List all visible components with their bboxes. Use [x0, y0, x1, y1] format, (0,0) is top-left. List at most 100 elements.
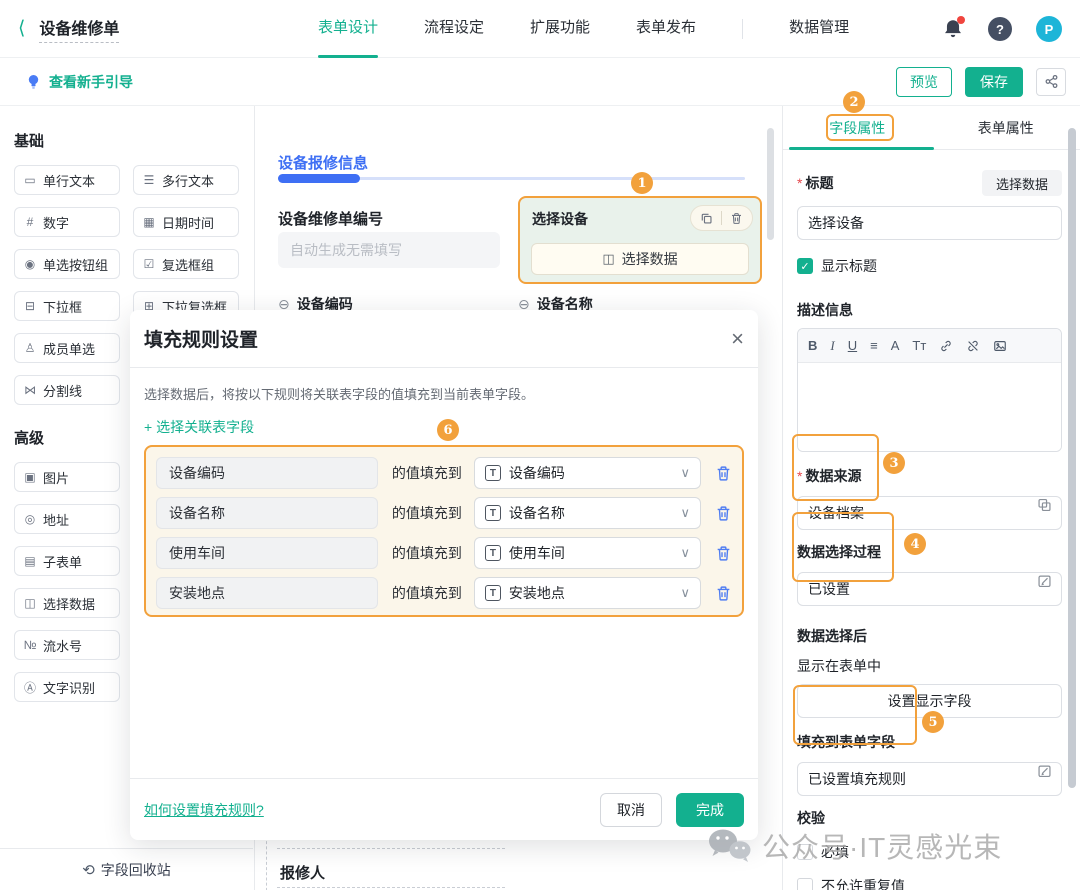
section-progress-bar — [278, 174, 360, 183]
field-type-datetime[interactable]: ▦日期时间 — [133, 207, 239, 237]
underline-icon[interactable]: U — [848, 338, 857, 353]
field-type-checkbox-group[interactable]: ☑复选框组 — [133, 249, 239, 279]
delete-rule-icon[interactable] — [715, 465, 732, 482]
edit-fill-rules-icon[interactable] — [1037, 764, 1052, 779]
field-type-divider[interactable]: ⋈分割线 — [14, 375, 120, 405]
field-type-address[interactable]: ◎地址 — [14, 504, 120, 534]
unlink-icon[interactable] — [966, 339, 980, 353]
font-color-icon[interactable]: A — [891, 338, 900, 353]
italic-icon[interactable]: I — [830, 338, 834, 354]
share-icon — [1044, 74, 1059, 89]
show-title-checkbox[interactable]: ✓ — [797, 258, 813, 274]
no-duplicate-row[interactable]: 不允许重复值 — [797, 876, 1062, 890]
field-type-image[interactable]: ▣图片 — [14, 462, 120, 492]
field-type-multi-line-text[interactable]: ☰多行文本 — [133, 165, 239, 195]
rule-target-dropdown[interactable]: T 使用车间 ∨ — [474, 537, 701, 569]
close-icon[interactable]: × — [731, 328, 744, 350]
field-type-radio-group[interactable]: ◉单选按钮组 — [14, 249, 120, 279]
reporter-field-label[interactable]: 报修人 — [280, 862, 325, 883]
back-icon[interactable]: ⟨ — [18, 17, 25, 40]
delete-rule-icon[interactable] — [715, 505, 732, 522]
align-icon[interactable]: ≡ — [870, 338, 878, 353]
tab-process[interactable]: 流程设定 — [424, 0, 484, 58]
switch-datasource-icon[interactable] — [1037, 498, 1052, 513]
rule-target-dropdown[interactable]: T 设备编码 ∨ — [474, 457, 701, 489]
delete-field-icon[interactable] — [730, 212, 743, 225]
fill-rules-modal: 填充规则设置 × 选择数据后，将按以下规则将关联表字段的值填充到当前表单字段。 … — [130, 310, 758, 840]
insert-image-icon[interactable] — [993, 339, 1007, 353]
modal-title: 填充规则设置 — [144, 325, 258, 352]
panel-scrollbar[interactable] — [1068, 128, 1076, 788]
link-icon[interactable] — [939, 339, 953, 353]
description-editor[interactable]: B I U ≡ A Tт — [797, 328, 1062, 452]
datasource-input[interactable] — [797, 496, 1062, 530]
field-type-data-picker[interactable]: ◫选择数据 — [14, 588, 120, 618]
show-in-form-label: 显示在表单中 — [797, 656, 1062, 676]
tab-data-manage[interactable]: 数据管理 — [789, 0, 849, 58]
preview-button[interactable]: 预览 — [896, 67, 952, 97]
field-type-member-select[interactable]: ♙成员单选 — [14, 333, 120, 363]
edit-process-icon[interactable] — [1037, 574, 1052, 589]
selection-process-input[interactable] — [797, 572, 1062, 606]
form-title[interactable]: 设备维修单 — [39, 15, 119, 43]
field-recycle-bin[interactable]: ⟲ 字段回收站 — [0, 848, 253, 890]
field-type-ocr[interactable]: Ⓐ文字识别 — [14, 672, 120, 702]
pick-data-button[interactable]: ◫ 选择数据 — [531, 243, 749, 275]
copy-icon[interactable] — [700, 212, 713, 225]
serial-field-label[interactable]: 设备维修单编号 — [278, 208, 383, 229]
rule-source-field[interactable]: 安装地点 — [156, 577, 378, 609]
show-title-row[interactable]: ✓ 显示标题 — [797, 256, 1062, 276]
fill-rules-input[interactable] — [797, 762, 1062, 796]
selected-field-card[interactable]: 选择设备 ◫ 选择数据 — [518, 196, 762, 284]
title-type-chip[interactable]: 选择数据 — [982, 170, 1062, 196]
tab-extensions[interactable]: 扩展功能 — [530, 0, 590, 58]
rule-source-field[interactable]: 设备编码 — [156, 457, 378, 489]
field-type-dropdown[interactable]: ⊟下拉框 — [14, 291, 120, 321]
canvas-scrollbar[interactable] — [767, 128, 774, 240]
no-duplicate-checkbox[interactable] — [797, 878, 813, 890]
fill-rule-row: 安装地点 的值填充到 T 安装地点 ∨ — [156, 577, 732, 609]
share-button[interactable] — [1036, 68, 1066, 96]
nav-tabs: 表单设计 流程设定 扩展功能 表单发布 数据管理 — [318, 0, 849, 58]
serial-field-input[interactable]: 自动生成无需填写 — [278, 232, 500, 268]
confirm-button[interactable]: 完成 — [676, 793, 744, 827]
field-type-subform[interactable]: ▤子表单 — [14, 546, 120, 576]
tab-form-properties[interactable]: 表单属性 — [932, 106, 1080, 149]
rule-target-dropdown[interactable]: T 安装地点 ∨ — [474, 577, 701, 609]
required-checkbox[interactable] — [797, 844, 813, 860]
tab-publish[interactable]: 表单发布 — [636, 0, 696, 58]
editor-body[interactable] — [798, 363, 1061, 451]
delete-rule-icon[interactable] — [715, 585, 732, 602]
text-field-icon: T — [485, 585, 501, 601]
modal-header: 填充规则设置 × — [130, 310, 758, 368]
image-icon: ▣ — [23, 470, 37, 484]
nav-actions: ? P — [942, 0, 1062, 58]
field-type-number[interactable]: #数字 — [14, 207, 120, 237]
rule-source-field[interactable]: 使用车间 — [156, 537, 378, 569]
delete-rule-icon[interactable] — [715, 545, 732, 562]
property-tabs: 字段属性 表单属性 — [783, 106, 1080, 150]
calendar-icon: ▦ — [142, 215, 156, 229]
field-type-serial-number[interactable]: №流水号 — [14, 630, 120, 660]
add-related-field-link[interactable]: + 选择关联表字段 — [144, 417, 254, 437]
help-icon[interactable]: ? — [988, 17, 1012, 41]
section-title[interactable]: 设备报修信息 — [278, 152, 368, 173]
cancel-button[interactable]: 取消 — [600, 793, 662, 827]
modal-footer: 如何设置填充规则? 取消 完成 — [130, 778, 758, 840]
required-row[interactable]: 必填 — [797, 842, 1062, 862]
font-size-icon[interactable]: Tт — [912, 338, 926, 353]
save-button[interactable]: 保存 — [965, 67, 1023, 97]
fill-rule-row: 设备名称 的值填充到 T 设备名称 ∨ — [156, 497, 732, 529]
title-input[interactable] — [797, 206, 1062, 240]
bold-icon[interactable]: B — [808, 338, 817, 353]
beginner-guide-link[interactable]: 查看新手引导 — [26, 72, 133, 92]
rule-source-field[interactable]: 设备名称 — [156, 497, 378, 529]
rule-target-dropdown[interactable]: T 设备名称 ∨ — [474, 497, 701, 529]
annotation-badge-3: 3 — [883, 452, 905, 474]
how-to-set-rules-link[interactable]: 如何设置填充规则? — [144, 800, 264, 820]
user-avatar[interactable]: P — [1036, 16, 1062, 42]
field-type-single-line-text[interactable]: ▭单行文本 — [14, 165, 120, 195]
tab-form-design[interactable]: 表单设计 — [318, 0, 378, 58]
notification-bell-icon[interactable] — [942, 18, 964, 40]
basic-section-title: 基础 — [14, 130, 240, 151]
